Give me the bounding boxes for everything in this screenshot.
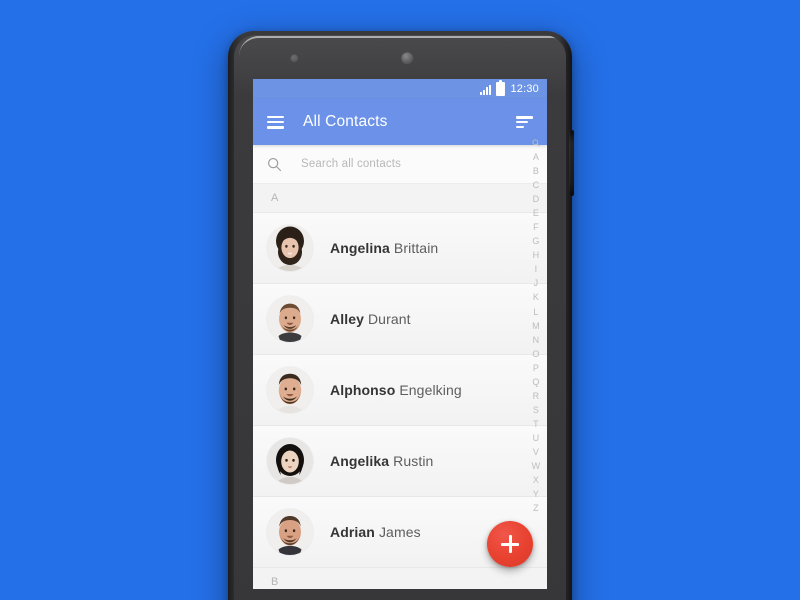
alpha-index-item[interactable]: Y: [533, 490, 539, 499]
alpha-index-item[interactable]: P: [533, 363, 539, 373]
list-item[interactable]: Angelina Brittain: [253, 213, 547, 284]
alpha-index-item[interactable]: M: [532, 321, 540, 331]
search-bar[interactable]: Search all contacts: [253, 145, 547, 184]
alpha-index-item[interactable]: U: [533, 433, 540, 443]
alpha-index-item[interactable]: E: [533, 209, 539, 218]
contact-first-name: Angelika: [330, 453, 390, 469]
alpha-index-item[interactable]: F: [533, 223, 539, 232]
sort-filter-icon[interactable]: [516, 116, 533, 128]
section-header-b: B: [253, 568, 547, 589]
contact-name: Adrian James: [330, 524, 421, 540]
contact-name: Angelika Rustin: [330, 453, 433, 469]
contact-name: Angelina Brittain: [330, 240, 438, 256]
alpha-index-item[interactable]: K: [533, 293, 539, 302]
alpha-index-item[interactable]: N: [533, 335, 540, 345]
list-item[interactable]: Alphonso Engelking: [253, 355, 547, 426]
app-bar: All Contacts: [253, 99, 547, 145]
power-button[interactable]: [569, 130, 574, 196]
man-beard-short-hair-avatar: [267, 509, 313, 555]
avatar: [267, 438, 313, 484]
alpha-index-item[interactable]: J: [534, 279, 539, 288]
front-camera-icon: [401, 52, 414, 65]
contact-last-name: James: [378, 524, 421, 540]
signal-bars-icon: [480, 84, 492, 95]
alpha-index-item[interactable]: I: [535, 265, 538, 274]
status-bar-time: 12:30: [510, 83, 539, 95]
alpha-index-item[interactable]: H: [533, 251, 540, 260]
avatar: [267, 367, 313, 413]
contact-last-name: Brittain: [393, 240, 439, 256]
alpha-index-item[interactable]: Z: [533, 504, 539, 513]
alpha-index-item[interactable]: D: [533, 195, 540, 204]
contact-last-name: Rustin: [393, 453, 434, 469]
search-icon: [268, 157, 282, 171]
contact-first-name: Adrian: [330, 524, 375, 540]
alpha-index-item[interactable]: Q: [532, 377, 539, 387]
phone-device: 12:30 All Contacts Search all contacts A…: [228, 31, 574, 600]
plus-icon: [501, 535, 519, 553]
alpha-index-item[interactable]: B: [533, 167, 539, 176]
alpha-index-item[interactable]: L: [533, 307, 538, 317]
alpha-index-item[interactable]: G: [532, 237, 539, 246]
contact-last-name: Engelking: [399, 382, 462, 398]
man-beard-dark-hair-avatar: [267, 367, 313, 413]
list-item[interactable]: Alley Durant: [253, 284, 547, 355]
alpha-index-item[interactable]: A: [533, 153, 539, 162]
section-header-a: A: [253, 184, 547, 213]
contact-first-name: Alley: [330, 311, 364, 327]
avatar: [267, 225, 313, 271]
battery-full-icon: [496, 80, 506, 96]
hamburger-menu-icon[interactable]: [267, 115, 284, 129]
alpha-index-item[interactable]: V: [533, 447, 539, 457]
alphabet-index-scrubber[interactable]: A B C D E F G H I J K L M N O P Q R S T: [525, 137, 547, 589]
alpha-index-item[interactable]: C: [533, 181, 540, 190]
alpha-index-item[interactable]: O: [532, 349, 539, 359]
alpha-index-item[interactable]: T: [533, 419, 539, 429]
contact-name: Alley Durant: [330, 311, 411, 327]
contact-name: Alphonso Engelking: [330, 382, 462, 398]
status-bar: 12:30: [253, 79, 547, 99]
alpha-index-item[interactable]: X: [533, 476, 539, 485]
contact-last-name: Durant: [367, 311, 411, 327]
search-icon[interactable]: [532, 139, 540, 147]
phone-screen: 12:30 All Contacts Search all contacts A…: [253, 79, 547, 589]
alpha-index-item[interactable]: R: [533, 391, 540, 401]
alpha-index-item[interactable]: S: [533, 405, 539, 415]
page-title: All Contacts: [303, 113, 388, 130]
phone-bezel: 12:30 All Contacts Search all contacts A…: [234, 35, 566, 600]
contact-first-name: Alphonso: [330, 382, 396, 398]
avatar: [267, 296, 313, 342]
avatar: [267, 509, 313, 555]
woman-dark-curly-hair-avatar: [267, 225, 313, 271]
search-input[interactable]: Search all contacts: [301, 158, 401, 170]
list-item[interactable]: Angelika Rustin: [253, 426, 547, 497]
woman-black-bob-hair-avatar: [267, 438, 313, 484]
contact-first-name: Angelina: [330, 240, 390, 256]
add-contact-fab-button[interactable]: [487, 521, 533, 567]
proximity-sensor-icon: [290, 54, 299, 63]
alpha-index-item[interactable]: W: [532, 462, 541, 471]
man-beard-brown-hair-avatar: [267, 296, 313, 342]
